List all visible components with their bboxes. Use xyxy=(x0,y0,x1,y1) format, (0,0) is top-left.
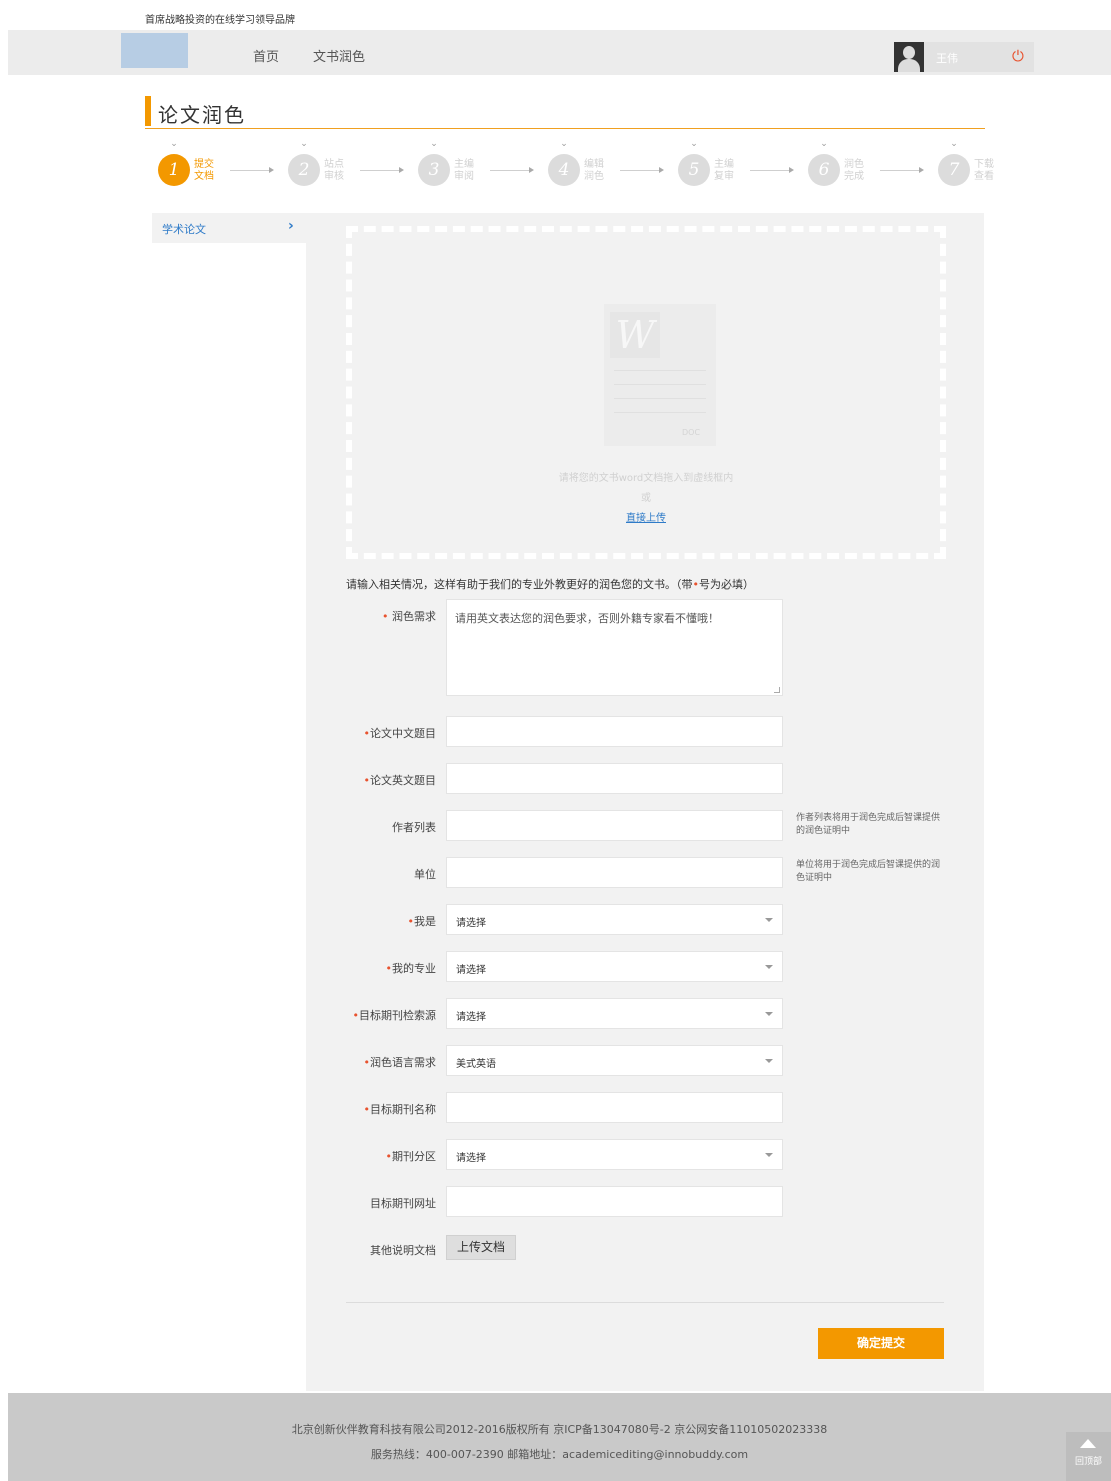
dropzone-or: 或 xyxy=(641,493,651,504)
header-slogan: 首席战略投资的在线学习领导品牌 xyxy=(145,15,295,26)
unit-hint: 单位将用于润色完成后智课提供的润色证明中 xyxy=(796,860,941,883)
caret-down-icon xyxy=(765,1059,773,1063)
step-2-label: 站点审核 xyxy=(324,159,344,182)
avatar[interactable] xyxy=(894,42,924,72)
chevron-down-icon: ⌄ xyxy=(560,139,568,149)
step-5-circle: 5 xyxy=(678,154,710,186)
progress-steps: ⌄ 1 提交文档 ⌄ 2 站点审核 ⌄ 3 主编审阅 ⌄ 4 编辑润色 ⌄ 5 … xyxy=(0,140,1111,200)
journal-index-select[interactable]: 请选择 xyxy=(446,998,783,1029)
identity-select[interactable]: 请选择 xyxy=(446,904,783,935)
chevron-right-icon: › xyxy=(288,218,294,234)
step-1-label: 提交文档 xyxy=(194,159,214,182)
footer-copyright: 北京创新伙伴教育科技有限公司2012-2016版权所有 京ICP备1304708… xyxy=(291,1423,828,1436)
chevron-down-icon: ⌄ xyxy=(300,139,308,149)
chevron-down-icon: ⌄ xyxy=(950,139,958,149)
dropzone-hint: 请将您的文书word文档拖入到虚线框内 xyxy=(558,473,734,484)
language-label: •润色语言需求 xyxy=(363,1056,437,1069)
file-dropzone[interactable]: W DOC 请将您的文书word文档拖入到虚线框内 或 直接上传 xyxy=(346,226,946,559)
journal-url-input[interactable] xyxy=(446,1186,783,1217)
journal-zone-label: •期刊分区 xyxy=(385,1150,437,1163)
step-7-circle: 7 xyxy=(938,154,970,186)
upload-document-button[interactable]: 上传文档 xyxy=(446,1235,516,1260)
form-divider xyxy=(346,1302,944,1303)
step-connector xyxy=(880,167,924,173)
main-content: W DOC 请将您的文书word文档拖入到虚线框内 或 直接上传 请输入相关情况… xyxy=(306,213,984,1391)
step-4-label: 编辑润色 xyxy=(584,159,604,182)
authors-label: 作者列表 xyxy=(392,821,436,834)
sidebar-item-academic-paper[interactable]: 学术论文 › xyxy=(152,213,306,243)
chevron-down-icon: ⌄ xyxy=(690,139,698,149)
authors-input[interactable] xyxy=(446,810,783,841)
step-3-label: 主编审阅 xyxy=(454,159,474,182)
identity-label: •我是 xyxy=(407,915,437,928)
direct-upload-link[interactable]: 直接上传 xyxy=(352,509,940,524)
en-title-label: •论文英文题目 xyxy=(363,774,437,787)
arrow-up-icon xyxy=(1080,1439,1096,1448)
file-ext-label: DOC xyxy=(682,428,701,437)
sidebar-item-label: 学术论文 xyxy=(162,223,206,236)
cn-title-input[interactable] xyxy=(446,716,783,747)
journal-name-label: •目标期刊名称 xyxy=(363,1103,437,1116)
step-5-label: 主编复审 xyxy=(714,159,734,182)
step-connector xyxy=(230,167,274,173)
authors-hint: 作者列表将用于润色完成后智课提供的润色证明中 xyxy=(796,813,941,836)
caret-down-icon xyxy=(765,1153,773,1157)
journal-zone-select[interactable]: 请选择 xyxy=(446,1139,783,1170)
step-3-circle: 3 xyxy=(418,154,450,186)
step-connector xyxy=(750,167,794,173)
title-accent xyxy=(145,96,151,126)
chevron-down-icon: ⌄ xyxy=(170,139,178,149)
unit-label: 单位 xyxy=(414,868,436,881)
site-logo[interactable] xyxy=(121,33,188,68)
unit-input[interactable] xyxy=(446,857,783,888)
major-label: •我的专业 xyxy=(385,962,437,975)
resize-grip-icon[interactable] xyxy=(774,687,780,693)
language-select[interactable]: 美式英语 xyxy=(446,1045,783,1076)
page-title: 论文润色 xyxy=(158,103,246,127)
caret-down-icon xyxy=(765,918,773,922)
caret-down-icon xyxy=(765,1012,773,1016)
journal-name-input[interactable] xyxy=(446,1092,783,1123)
step-2-circle: 2 xyxy=(288,154,320,186)
other-docs-label: 其他说明文档 xyxy=(370,1244,436,1257)
page-title-bar: 论文润色 xyxy=(145,96,985,129)
chevron-down-icon: ⌄ xyxy=(820,139,828,149)
username: 王伟 xyxy=(936,52,958,65)
step-6-label: 润色完成 xyxy=(844,159,864,182)
top-navbar: 首页 文书润色 王伟 ⏻ xyxy=(8,30,1111,75)
polish-req-textarea[interactable]: 请用英文表达您的润色要求，否则外籍专家看不懂哦！ xyxy=(446,599,783,696)
nav-home[interactable]: 首页 xyxy=(253,46,279,65)
step-4-circle: 4 xyxy=(548,154,580,186)
form-intro: 请输入相关情况，这样有助于我们的专业外教更好的润色您的文书。（带•号为必填） xyxy=(346,578,754,591)
cn-title-label: •论文中文题目 xyxy=(363,727,437,740)
footer: 北京创新伙伴教育科技有限公司2012-2016版权所有 京ICP备1304708… xyxy=(8,1393,1111,1481)
step-7-label: 下载查看 xyxy=(974,159,994,182)
submit-button[interactable]: 确定提交 xyxy=(818,1328,944,1359)
page: 首席战略投资的在线学习领导品牌 首页 文书润色 王伟 ⏻ 论文润色 ⌄ 1 提交… xyxy=(0,0,1111,1481)
footer-contact: 服务热线：400-007-2390 邮箱地址：academicediting@i… xyxy=(370,1448,749,1461)
major-select[interactable]: 请选择 xyxy=(446,951,783,982)
journal-index-label: •目标期刊检索源 xyxy=(352,1009,437,1022)
step-6-circle: 6 xyxy=(808,154,840,186)
nav-document-polish[interactable]: 文书润色 xyxy=(313,46,365,65)
chevron-down-icon: ⌄ xyxy=(430,139,438,149)
step-connector xyxy=(620,167,664,173)
back-to-top-button[interactable]: 回顶部 xyxy=(1066,1432,1111,1481)
journal-url-label: 目标期刊网址 xyxy=(370,1197,436,1210)
back-to-top-label: 回顶部 xyxy=(1074,1457,1102,1467)
polish-req-label: • 润色需求 xyxy=(382,610,436,623)
en-title-input[interactable] xyxy=(446,763,783,794)
step-1-circle: 1 xyxy=(158,154,190,186)
user-menu[interactable]: 王伟 ⏻ xyxy=(894,42,1034,72)
step-connector xyxy=(490,167,534,173)
logout-power-icon[interactable]: ⏻ xyxy=(1012,48,1024,64)
caret-down-icon xyxy=(765,965,773,969)
step-connector xyxy=(360,167,404,173)
word-document-icon: W DOC xyxy=(604,304,716,446)
